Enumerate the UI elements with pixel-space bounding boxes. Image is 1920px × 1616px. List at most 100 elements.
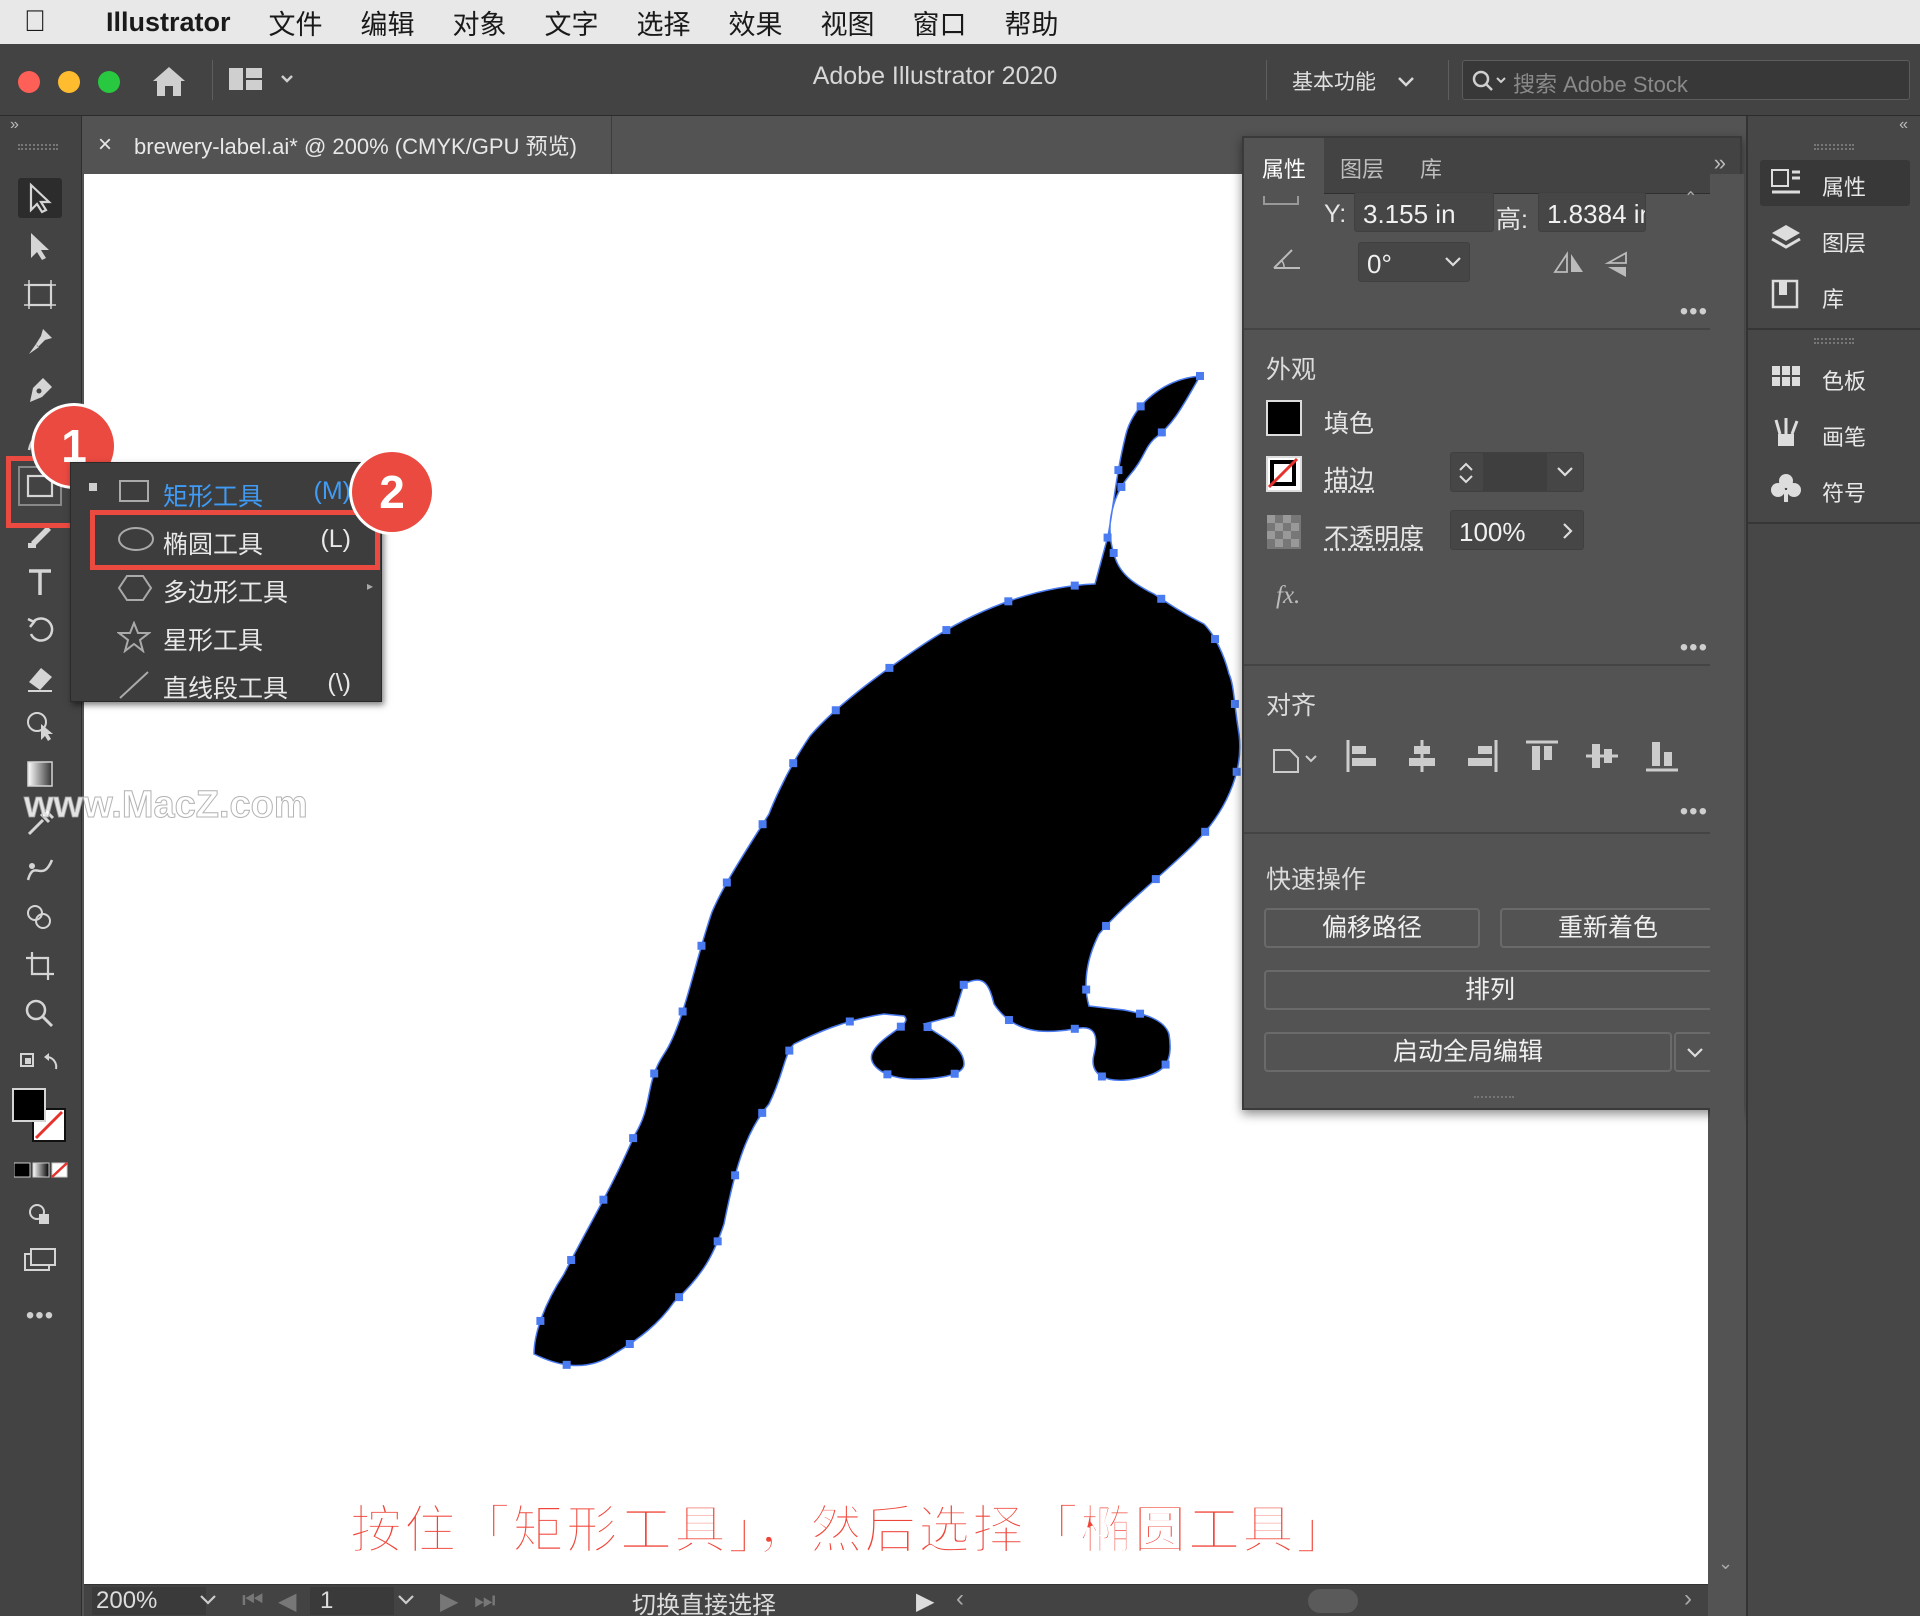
anchor-point[interactable] [923, 1023, 932, 1032]
scroll-left-icon[interactable]: ‹ [956, 1585, 964, 1613]
fill-label[interactable]: 填色 [1324, 404, 1374, 440]
start-global-edit-button[interactable]: 启动全局编辑 [1264, 1032, 1672, 1072]
anchor-point[interactable] [1151, 875, 1160, 884]
flip-horizontal-icon[interactable] [1552, 250, 1586, 278]
recolor-button[interactable]: 重新着色 [1500, 908, 1716, 948]
canvas-vertical-scrollbar[interactable]: ⌄ [1710, 174, 1744, 1584]
anchor-point[interactable] [1161, 1060, 1170, 1069]
fx-effects-button[interactable]: fx. [1276, 582, 1300, 610]
more-options-transform[interactable]: ••• [1680, 298, 1708, 326]
selection-tool[interactable] [18, 178, 62, 218]
anchor-point[interactable] [1157, 594, 1166, 603]
more-options-appearance[interactable]: ••• [1680, 634, 1708, 662]
anchor-point[interactable] [942, 626, 951, 635]
direct-selection-tool[interactable] [18, 226, 62, 266]
stroke-weight-field[interactable] [1450, 452, 1584, 492]
panel-resize-grip[interactable] [1474, 1096, 1514, 1102]
blend-tool[interactable] [18, 850, 62, 890]
pen-tool[interactable] [18, 370, 62, 410]
anchor-point[interactable] [1082, 985, 1091, 994]
apple-icon[interactable]:  [0, 5, 70, 39]
tab-libraries[interactable]: 库 [1420, 152, 1442, 184]
menu-edit[interactable]: 编辑 [361, 3, 415, 42]
slice-tool[interactable] [18, 946, 62, 986]
menu-select[interactable]: 选择 [637, 3, 691, 42]
anchor-point[interactable] [1230, 699, 1239, 708]
flip-vertical-icon[interactable] [1604, 250, 1632, 280]
last-artboard-icon[interactable]: ⏭ [474, 1587, 496, 1615]
align-bottom-icon[interactable] [1644, 738, 1680, 774]
anchor-point[interactable] [845, 1017, 854, 1026]
flyout-item-rectangle[interactable]: 矩形工具 (M) [71, 467, 381, 515]
first-artboard-icon[interactable]: ⏮ [242, 1587, 264, 1615]
collapse-toolbar-icon[interactable]: » [10, 116, 19, 134]
document-tab[interactable]: × brewery-label.ai* @ 200% (CMYK/GPU 预览) [86, 116, 612, 174]
chevron-down-icon[interactable] [1555, 465, 1575, 479]
tab-properties[interactable]: 属性 [1262, 152, 1306, 184]
menu-object[interactable]: 对象 [453, 3, 507, 42]
fill-swatch[interactable] [12, 1088, 46, 1122]
more-options-align[interactable]: ••• [1680, 798, 1708, 826]
screen-mode-button[interactable] [18, 1240, 62, 1280]
dock-brushes[interactable]: 画笔 [1760, 410, 1910, 456]
align-right-icon[interactable] [1464, 738, 1500, 774]
flyout-item-polygon[interactable]: 多边形工具 ▸ [71, 563, 381, 611]
dock-libraries[interactable]: 库 [1760, 272, 1910, 318]
stock-search-input[interactable]: 搜索 Adobe Stock [1462, 60, 1910, 100]
anchor-point[interactable] [1103, 533, 1112, 542]
dock-symbols[interactable]: 符号 [1760, 466, 1910, 512]
zoom-tool[interactable] [18, 994, 62, 1034]
chevron-right-icon[interactable] [1561, 521, 1575, 541]
arrange-button[interactable]: 排列 [1264, 970, 1716, 1010]
previous-artboard-icon[interactable]: ◀ [278, 1587, 296, 1616]
menu-help[interactable]: 帮助 [1005, 3, 1059, 42]
zoom-level-field[interactable]: 200% [92, 1587, 206, 1615]
opacity-label[interactable]: 不透明度 [1324, 518, 1424, 554]
anchor-point[interactable] [650, 1069, 659, 1078]
scroll-right-icon[interactable]: › [1684, 1585, 1692, 1613]
anchor-point[interactable] [789, 759, 798, 768]
free-transform-tool[interactable] [18, 706, 62, 746]
anchor-point[interactable] [1070, 1024, 1079, 1033]
anchor-point[interactable] [1232, 767, 1241, 776]
anchor-point[interactable] [758, 1108, 767, 1117]
draw-mode-button[interactable] [18, 1194, 62, 1234]
stroke-color-swatch[interactable] [1266, 456, 1302, 492]
anchor-point[interactable] [831, 706, 840, 715]
fill-color-swatch[interactable] [1266, 400, 1302, 436]
flyout-item-line-segment[interactable]: 直线段工具 (\) [71, 659, 381, 707]
anchor-point[interactable] [1117, 482, 1126, 491]
type-tool[interactable] [18, 562, 62, 602]
horizontal-scroll-thumb[interactable] [1308, 1589, 1358, 1613]
close-tab-icon[interactable]: × [98, 131, 112, 159]
anchor-point[interactable] [785, 1046, 794, 1055]
anchor-point[interactable] [1157, 428, 1166, 437]
anchor-point[interactable] [678, 1007, 687, 1016]
stroke-label[interactable]: 描边 [1324, 460, 1374, 496]
color-mode-buttons[interactable] [13, 1162, 68, 1178]
dock-swatches[interactable]: 色板 [1760, 354, 1910, 400]
anchor-point[interactable] [1136, 402, 1145, 411]
y-position-field[interactable]: 3.155 in [1354, 192, 1494, 232]
align-top-icon[interactable] [1524, 738, 1560, 774]
opacity-field[interactable]: 100% [1450, 510, 1584, 550]
anchor-point[interactable] [1201, 827, 1210, 836]
panel-menu-icon[interactable]: » [1714, 150, 1726, 176]
menu-type[interactable]: 文字 [545, 3, 599, 42]
flyout-item-star[interactable]: 星形工具 [71, 611, 381, 659]
rotate-tool[interactable] [18, 610, 62, 650]
workspace-switcher[interactable]: 基本功能 [1292, 66, 1416, 96]
expand-dock-icon[interactable]: « [1899, 116, 1908, 134]
offset-path-button[interactable]: 偏移路径 [1264, 908, 1480, 948]
anchor-point[interactable] [536, 1316, 545, 1325]
next-artboard-icon[interactable]: ▶ [440, 1587, 458, 1616]
artboard-number-field[interactable]: 1 [310, 1587, 394, 1615]
anchor-point[interactable] [959, 980, 968, 989]
anchor-point[interactable] [675, 1293, 684, 1302]
menu-file[interactable]: 文件 [269, 3, 323, 42]
menu-app-name[interactable]: Illustrator [106, 7, 231, 38]
height-field[interactable]: 1.8384 in [1538, 192, 1646, 232]
anchor-point[interactable] [896, 1022, 905, 1031]
scroll-down-icon[interactable]: ⌄ [1718, 1553, 1733, 1574]
anchor-point[interactable] [625, 1340, 634, 1349]
